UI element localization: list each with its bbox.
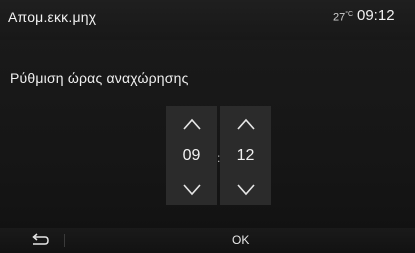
minutes-increase-button[interactable] (220, 112, 271, 136)
minutes-column: 12 (220, 106, 271, 205)
minutes-decrease-button[interactable] (220, 178, 271, 202)
bottom-bar: OK (0, 228, 415, 253)
hours-decrease-button[interactable] (166, 178, 217, 202)
hours-column: 09 (166, 106, 217, 205)
back-button[interactable] (30, 233, 50, 248)
footer-divider (64, 234, 65, 247)
back-arrow-icon (32, 233, 49, 245)
top-bar: Απομ.εκκ.μηχ 27°C 09:12 (0, 0, 415, 40)
chevron-down-icon (236, 184, 255, 196)
chevron-down-icon (182, 184, 201, 196)
time-picker: 09 : 12 (166, 106, 271, 205)
hours-value[interactable]: 09 (166, 145, 217, 167)
hours-increase-button[interactable] (166, 112, 217, 136)
clock: 09:12 (357, 7, 395, 24)
chevron-up-icon (236, 118, 255, 130)
chevron-up-icon (182, 118, 201, 130)
page-title: Ρύθμιση ώρας αναχώρησης (10, 70, 189, 86)
app-title: Απομ.εκκ.μηχ (8, 9, 97, 25)
screen: Απομ.εκκ.μηχ 27°C 09:12 Ρύθμιση ώρας ανα… (0, 0, 415, 253)
temperature-unit: °C (345, 11, 354, 18)
temperature-value: 27 (333, 11, 346, 24)
outside-temperature: 27°C (333, 11, 353, 24)
ok-button[interactable]: OK (232, 233, 249, 247)
minutes-value[interactable]: 12 (220, 145, 271, 167)
